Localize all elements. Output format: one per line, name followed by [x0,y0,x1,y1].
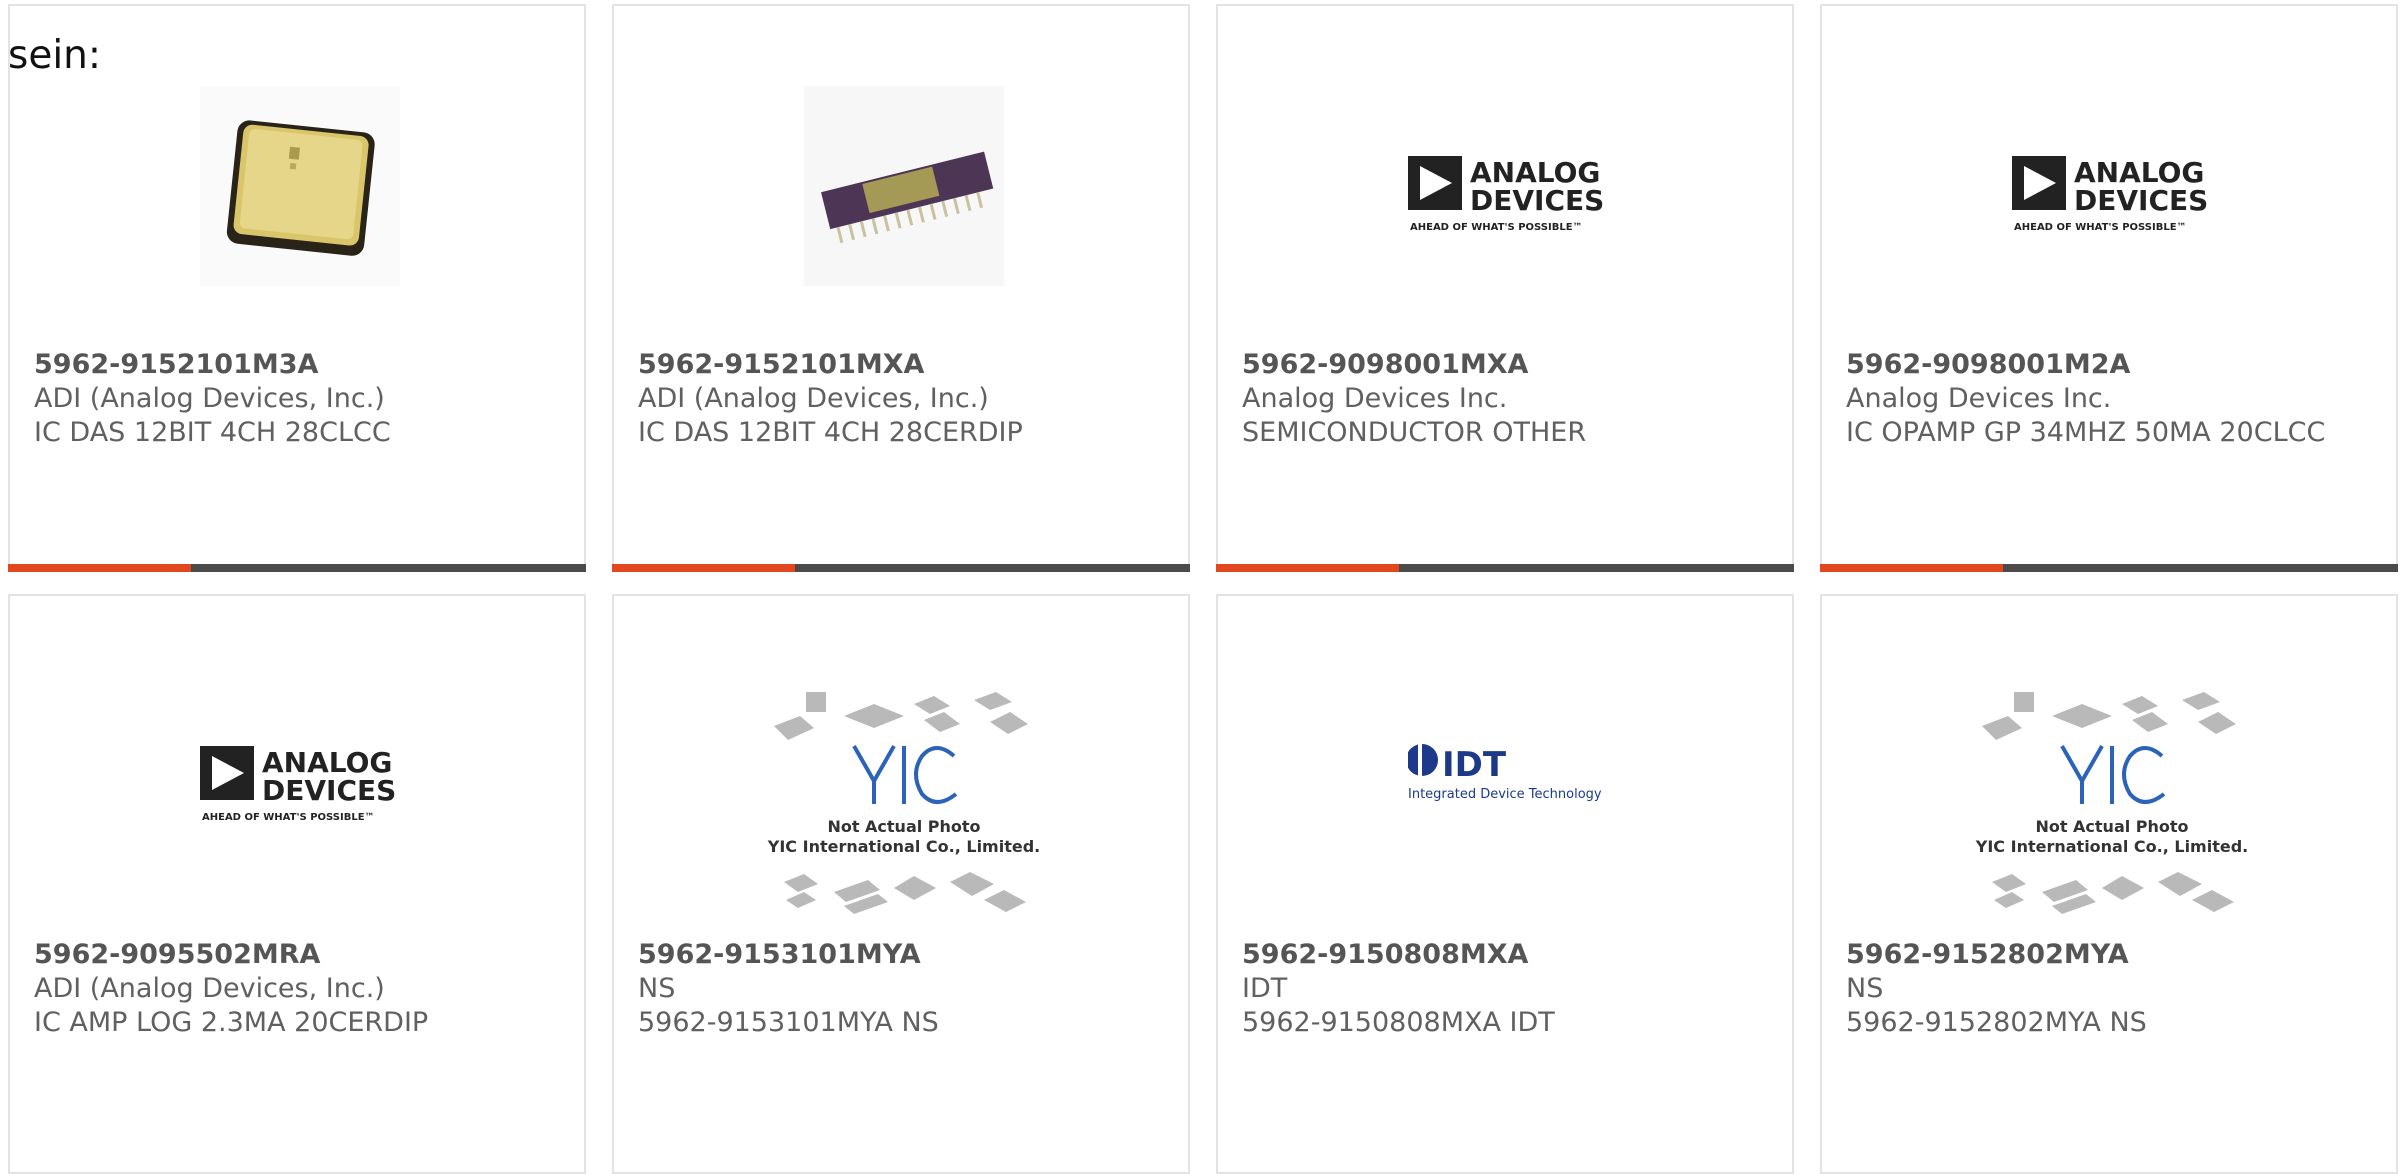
product-card[interactable]: Not Actual Photo YIC International Co., … [612,594,1190,1174]
analog-devices-logo: ANALOG DEVICES AHEAD OF WHAT'S POSSIBLE™ [1408,156,1604,233]
product-image-yic-placeholder[interactable]: Not Actual Photo YIC International Co., … [1972,686,2252,936]
description: SEMICONDUCTOR OTHER [1242,417,1587,448]
product-image-yic-placeholder[interactable]: Not Actual Photo YIC International Co., … [764,686,1044,936]
svg-text:DEVICES: DEVICES [262,774,396,807]
svg-text:AHEAD OF WHAT'S POSSIBLE™: AHEAD OF WHAT'S POSSIBLE™ [1410,222,1583,233]
part-number[interactable]: 5962-9152802MYA [1846,938,2372,972]
manufacturer: ADI (Analog Devices, Inc.) [34,383,385,414]
svg-text:YIC International Co., Limited: YIC International Co., Limited. [767,837,1040,856]
part-number[interactable]: 5962-9153101MYA [638,938,1164,972]
svg-text:Not Actual Photo: Not Actual Photo [827,817,980,836]
part-number[interactable]: 5962-9098001MXA [1242,348,1768,382]
manufacturer: IDT [1242,973,1288,1004]
analog-devices-logo: ANALOG DEVICES AHEAD OF WHAT'S POSSIBLE™ [200,746,396,823]
yic-placeholder-image: Not Actual Photo YIC International Co., … [1975,692,2248,914]
accent-bar [1820,564,2398,572]
product-image-analog-devices[interactable]: ANALOG DEVICES AHEAD OF WHAT'S POSSIBLE™ [1398,76,1618,296]
part-number[interactable]: 5962-9095502MRA [34,938,560,972]
svg-text:DEVICES: DEVICES [1470,184,1604,217]
description: IC AMP LOG 2.3MA 20CERDIP [34,1007,429,1038]
manufacturer: Analog Devices Inc. [1846,383,2112,414]
gold-chip-image [200,86,400,286]
product-image-analog-devices[interactable]: ANALOG DEVICES AHEAD OF WHAT'S POSSIBLE™ [2002,76,2222,296]
intro-text: sein: [8,33,102,78]
product-card[interactable]: ANALOG DEVICES AHEAD OF WHAT'S POSSIBLE™… [8,594,586,1174]
product-card[interactable]: Not Actual Photo YIC International Co., … [1820,594,2398,1174]
part-number[interactable]: 5962-9150808MXA [1242,938,1768,972]
svg-text:DEVICES: DEVICES [2074,184,2208,217]
product-image-gold-clcc[interactable] [190,76,410,296]
manufacturer: Analog Devices Inc. [1242,383,1508,414]
description: IC DAS 12BIT 4CH 28CERDIP [638,417,1023,448]
manufacturer: NS [1846,973,1884,1004]
product-card[interactable]: ANALOG DEVICES AHEAD OF WHAT'S POSSIBLE™… [1820,4,2398,572]
svg-text:Not Actual Photo: Not Actual Photo [2035,817,2188,836]
yic-placeholder-image: Not Actual Photo YIC International Co., … [767,692,1040,914]
manufacturer: ADI (Analog Devices, Inc.) [638,383,989,414]
accent-bar [612,564,1190,572]
accent-bar [8,564,586,572]
description: IC DAS 12BIT 4CH 28CLCC [34,417,391,448]
svg-text:IDT: IDT [1442,745,1507,785]
description: 5962-9150808MXA IDT [1242,1007,1555,1038]
svg-text:Integrated Device Technology: Integrated Device Technology [1408,787,1602,802]
part-number[interactable]: 5962-9098001M2A [1846,348,2372,382]
product-image-idt-logo[interactable]: IDT Integrated Device Technology [1398,666,1618,886]
svg-text:AHEAD OF WHAT'S POSSIBLE™: AHEAD OF WHAT'S POSSIBLE™ [202,812,375,823]
idt-logo: IDT Integrated Device Technology [1408,744,1602,802]
product-card[interactable]: ANALOG DEVICES AHEAD OF WHAT'S POSSIBLE™… [1216,4,1794,572]
analog-devices-logo: ANALOG DEVICES AHEAD OF WHAT'S POSSIBLE™ [2012,156,2208,233]
product-card[interactable]: 5962-9152101M3A ADI (Analog Devices, Inc… [8,4,586,572]
svg-text:YIC International Co., Limited: YIC International Co., Limited. [1975,837,2248,856]
part-number[interactable]: 5962-9152101M3A [34,348,560,382]
cerdip-chip-image [804,86,1004,286]
manufacturer: ADI (Analog Devices, Inc.) [34,973,385,1004]
description: 5962-9152802MYA NS [1846,1007,2147,1038]
manufacturer: NS [638,973,676,1004]
product-image-analog-devices[interactable]: ANALOG DEVICES AHEAD OF WHAT'S POSSIBLE™ [190,666,410,886]
product-card[interactable]: 5962-9152101MXA ADI (Analog Devices, Inc… [612,4,1190,572]
accent-bar [1216,564,1794,572]
description: IC OPAMP GP 34MHZ 50MA 20CLCC [1846,417,2326,448]
svg-text:AHEAD OF WHAT'S POSSIBLE™: AHEAD OF WHAT'S POSSIBLE™ [2014,222,2187,233]
product-image-cerdip[interactable] [794,76,1014,296]
part-number[interactable]: 5962-9152101MXA [638,348,1164,382]
product-card[interactable]: IDT Integrated Device Technology 5962-91… [1216,594,1794,1174]
description: 5962-9153101MYA NS [638,1007,939,1038]
